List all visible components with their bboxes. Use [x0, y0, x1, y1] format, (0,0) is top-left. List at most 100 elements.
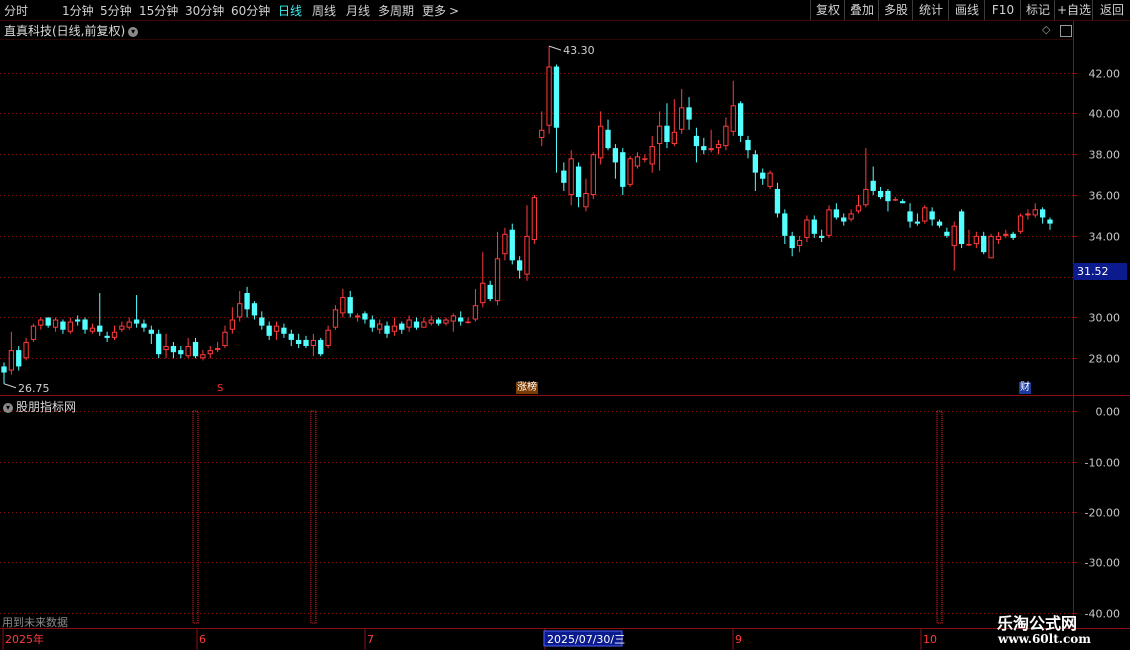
candle-body-up: [480, 282, 486, 304]
price-tick-label: 42.00: [1089, 68, 1121, 81]
candlesticks: [1, 46, 1053, 384]
overlay-button[interactable]: 叠加: [844, 0, 879, 20]
indicator-signal-bar: [192, 410, 199, 624]
time-tick-label: 10: [923, 633, 937, 646]
min-price-pointer: [3, 383, 17, 389]
candle-body-up: [472, 305, 479, 320]
diamond-icon[interactable]: ◇: [1042, 23, 1050, 36]
window-toggle-icon[interactable]: [1060, 25, 1072, 37]
kline-chart[interactable]: 42.00 40.00 38.00 36.00 34.00 30.00 28.00 0.00…: [0, 0, 1130, 650]
period-tab-5min[interactable]: 5分钟: [100, 2, 132, 19]
candle-body-up: [340, 297, 346, 314]
draw-line-button[interactable]: 画线: [948, 0, 985, 20]
period-tab-30min[interactable]: 30分钟: [185, 2, 224, 19]
candle-body-down: [686, 107, 692, 120]
watermark-url: www.60lt.com: [998, 632, 1091, 646]
candle-body-up: [715, 144, 722, 149]
indicator-signal-bar: [310, 410, 317, 624]
candle-body-down: [885, 190, 891, 202]
stats-button[interactable]: 统计: [912, 0, 949, 20]
candle-body-up: [634, 156, 641, 167]
candle-body-down: [752, 154, 759, 173]
chevron-down-icon[interactable]: ▾: [3, 402, 13, 413]
candle-body-up: [421, 321, 427, 328]
candle-body-down: [561, 170, 567, 183]
candle-body-down: [487, 284, 493, 300]
back-button[interactable]: 返回: [1092, 0, 1130, 20]
candle-body-up: [229, 319, 236, 330]
fuquan-button[interactable]: 复权: [810, 0, 845, 20]
period-tab-60min[interactable]: 60分钟: [231, 2, 270, 19]
indicator-tick-label: 0.00: [1096, 406, 1121, 419]
rank-marker[interactable]: 涨榜: [516, 382, 538, 394]
candle-body-down: [789, 235, 795, 249]
candle-body-up: [546, 66, 552, 126]
candle-body-up: [627, 158, 633, 185]
indicator-tick-label: -20.00: [1085, 507, 1120, 520]
candle-body-down: [156, 333, 162, 355]
time-tick-label: 9: [735, 633, 742, 646]
candle-body-down: [45, 317, 51, 326]
candle-body-down: [944, 231, 950, 236]
candle-body-up: [649, 146, 655, 165]
candle-body-down: [458, 317, 464, 322]
candle-body-down: [745, 139, 751, 151]
candle-body-up: [679, 107, 685, 130]
candle-body-down: [148, 329, 154, 334]
price-tick-label: 34.00: [1089, 231, 1121, 244]
candle-body-up: [38, 319, 44, 326]
period-tab-week[interactable]: 周线: [312, 2, 336, 19]
candle-body-down: [900, 201, 906, 204]
period-toolbar: 分时 1分钟 5分钟 15分钟 30分钟 60分钟 日线 周线 月线 多周期 更…: [0, 0, 1130, 21]
period-tab-15min[interactable]: 15分钟: [139, 2, 178, 19]
period-tab-fenshi[interactable]: 分时: [4, 2, 28, 19]
period-tab-1min[interactable]: 1分钟: [62, 2, 94, 19]
candle-body-down: [914, 221, 921, 224]
candle-body-down: [693, 135, 700, 147]
candle-body-down: [16, 350, 22, 367]
price-tick-label: 30.00: [1089, 312, 1121, 325]
finance-marker[interactable]: 财: [1019, 382, 1031, 394]
candle-body-up: [443, 319, 449, 324]
candle-body-down: [553, 66, 560, 128]
candle-body-up: [332, 309, 339, 328]
add-watchlist-button[interactable]: +自选: [1054, 0, 1093, 20]
stock-title[interactable]: 直真科技(日线,前复权) ▾: [4, 22, 139, 39]
candle-body-down: [251, 303, 258, 316]
mark-button[interactable]: 标记: [1020, 0, 1055, 20]
period-tab-month[interactable]: 月线: [346, 2, 370, 19]
candle-body-up: [377, 323, 383, 330]
candle-body-up: [200, 354, 206, 359]
period-tab-multi[interactable]: 多周期: [378, 2, 414, 19]
candle-body-up: [465, 321, 471, 324]
max-price-pointer: [548, 45, 562, 51]
candle-body-down: [170, 346, 177, 353]
more-label: 更多: [422, 4, 447, 18]
signal-marker-s[interactable]: S: [216, 383, 224, 395]
time-tick-label: 7: [367, 633, 374, 646]
candle-body-down: [664, 125, 670, 143]
candle-body-down: [929, 211, 935, 220]
candle-body-up: [67, 321, 73, 332]
price-tick-label: 28.00: [1089, 353, 1121, 366]
candle-body-down: [318, 339, 324, 355]
chevron-down-icon[interactable]: ▾: [128, 26, 139, 37]
indicator-tick-label: -10.00: [1085, 457, 1120, 470]
candle-body-down: [760, 172, 766, 179]
period-tab-more[interactable]: 更多 >: [422, 2, 459, 19]
indicator-title[interactable]: ▾ 股朋指标网: [3, 398, 76, 415]
candle-body-up: [126, 321, 132, 328]
candle-body-up: [185, 346, 191, 357]
candle-body-down: [178, 350, 184, 355]
candle-body-up: [1032, 209, 1038, 216]
period-tab-day[interactable]: 日线: [278, 2, 302, 19]
f10-button[interactable]: F10: [984, 0, 1021, 20]
candle-body-up: [922, 207, 928, 222]
candle-body-down: [811, 219, 817, 234]
candle-body-up: [590, 154, 596, 196]
candle-body-down: [818, 235, 825, 238]
candle-body-down: [192, 341, 199, 357]
candle-body-up: [568, 158, 574, 196]
multi-stock-button[interactable]: 多股: [878, 0, 913, 20]
candle-body-down: [575, 166, 582, 198]
